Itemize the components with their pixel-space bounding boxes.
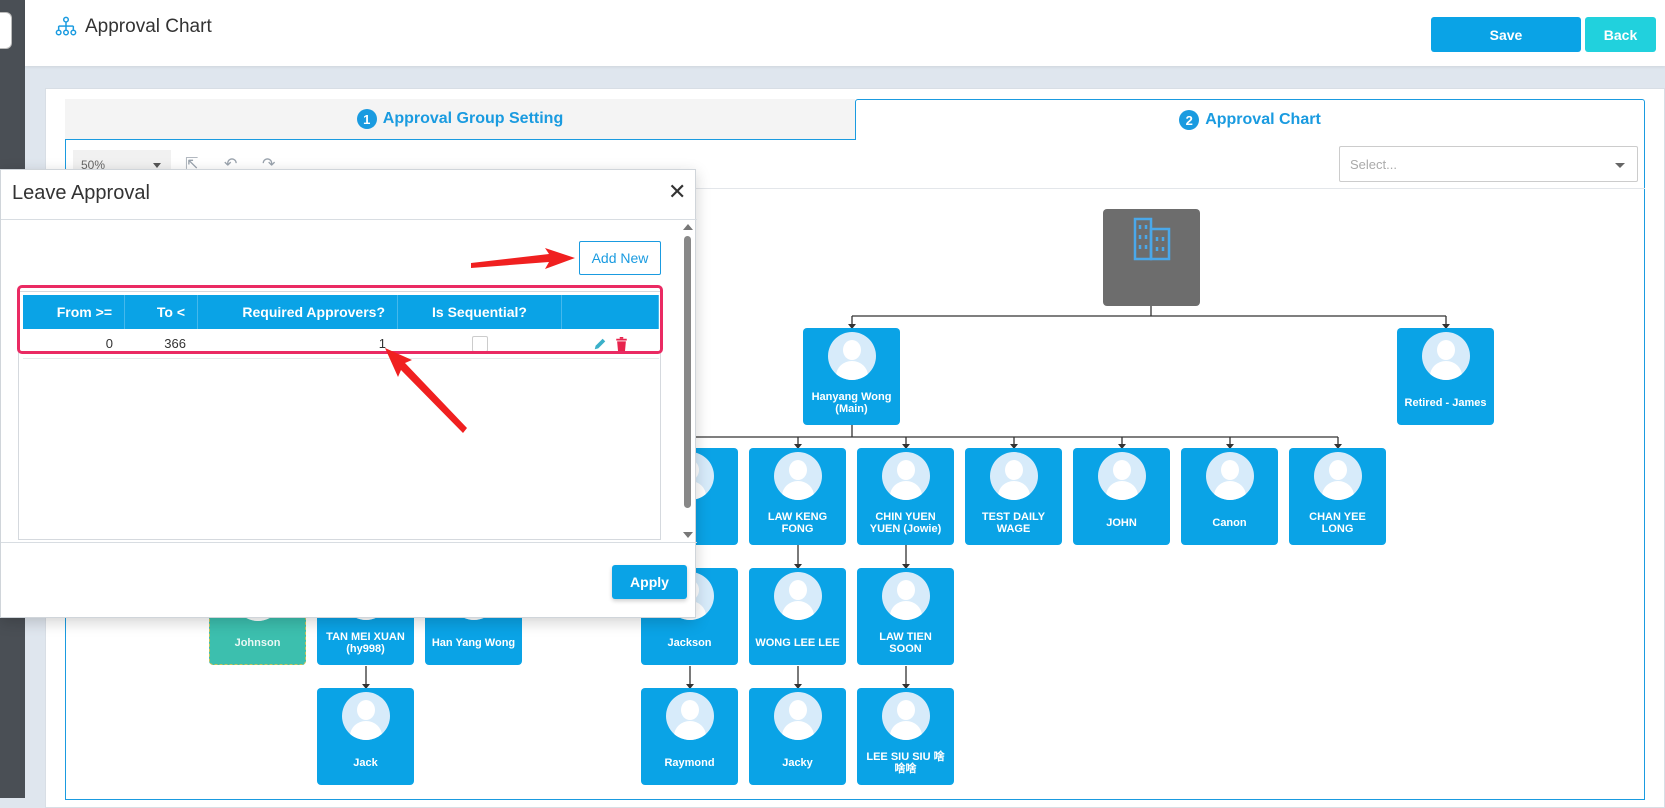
close-icon[interactable]: ✕ — [668, 181, 686, 203]
node-label — [1147, 263, 1157, 306]
node-label: WONG LEE LEE — [755, 636, 840, 649]
tab-approval-chart[interactable]: 2 Approval Chart — [855, 99, 1645, 140]
avatar — [827, 332, 876, 380]
tab-label: Approval Group Setting — [382, 110, 564, 127]
company-node[interactable] — [1103, 209, 1200, 306]
node-label: Retired - James — [1404, 396, 1487, 409]
node-label: JOHN — [1106, 516, 1137, 529]
avatar — [881, 692, 930, 740]
org-chart-icon — [55, 16, 77, 36]
row-highlight-annotation — [17, 285, 663, 354]
node-label: Canon — [1212, 516, 1247, 529]
page-title-text: Approval Chart — [85, 16, 212, 37]
modal-footer-divider — [1, 542, 697, 543]
leave-approval-modal: Leave Approval ✕ Add New From >= To < Re… — [0, 169, 697, 618]
tab-label: Approval Chart — [1205, 111, 1321, 128]
page-title: Approval Chart — [55, 16, 212, 38]
node-label: Jacky — [782, 756, 813, 769]
node-wong-lee-lee[interactable]: WONG LEE LEE — [749, 568, 846, 665]
node-label: Jack — [353, 756, 378, 769]
node-law-keng-fong[interactable]: LAW KENG FONG — [749, 448, 846, 545]
node-canon[interactable]: Canon — [1181, 448, 1278, 545]
node-label: Raymond — [664, 756, 715, 769]
sidebar-toggle[interactable] — [0, 12, 12, 49]
avatar — [773, 692, 822, 740]
avatar — [881, 572, 930, 620]
avatar — [341, 692, 390, 740]
tab-approval-group-setting[interactable]: 1 Approval Group Setting — [65, 99, 855, 140]
node-label: LAW TIEN SOON — [879, 630, 932, 655]
arrow-to-add-new — [471, 248, 575, 269]
tab-number: 1 — [356, 109, 377, 129]
node-label: LEE SIU SIU 啥啥啥 — [866, 750, 945, 775]
node-label: LAW KENG FONG — [767, 510, 828, 535]
scroll-up-icon[interactable] — [683, 224, 693, 230]
node-hanyang-wong[interactable]: Hanyang Wong (Main) — [803, 328, 900, 425]
tab-number: 2 — [1179, 110, 1200, 130]
node-jack[interactable]: Jack — [317, 688, 414, 785]
node-label: CHIN YUEN YUEN (Jowie) — [869, 510, 942, 535]
top-bar — [25, 0, 1665, 66]
chart-select[interactable]: Select... — [1339, 146, 1638, 182]
avatar — [989, 452, 1038, 500]
node-jacky[interactable]: Jacky — [749, 688, 846, 785]
avatar — [1313, 452, 1362, 500]
node-label: CHAN YEE LONG — [1309, 510, 1366, 535]
chart-select-placeholder: Select... — [1350, 157, 1397, 172]
avatar — [881, 452, 930, 500]
scrollbar-thumb[interactable] — [684, 236, 691, 508]
chevron-down-icon — [1615, 163, 1625, 168]
building-icon — [1133, 217, 1170, 261]
modal-divider — [1, 219, 697, 220]
modal-title: Leave Approval — [12, 182, 150, 204]
avatar — [1421, 332, 1470, 380]
node-law-tien-soon[interactable]: LAW TIEN SOON — [857, 568, 954, 665]
node-label: Jackson — [667, 636, 712, 649]
avatar — [773, 452, 822, 500]
avatar — [1205, 452, 1254, 500]
node-label: TAN MEI XUAN (hy998) — [326, 630, 405, 655]
node-john[interactable]: JOHN — [1073, 448, 1170, 545]
chevron-down-icon — [153, 163, 161, 168]
avatar — [665, 692, 714, 740]
apply-button[interactable]: Apply — [612, 565, 687, 599]
scroll-down-icon[interactable] — [683, 532, 693, 538]
node-chan-yee-long[interactable]: CHAN YEE LONG — [1289, 448, 1386, 545]
node-retired-james[interactable]: Retired - James — [1397, 328, 1494, 425]
node-label: TEST DAILY WAGE — [981, 510, 1046, 535]
node-raymond[interactable]: Raymond — [641, 688, 738, 785]
node-label: Han Yang Wong — [431, 636, 516, 649]
avatar — [773, 572, 822, 620]
avatar — [1097, 452, 1146, 500]
node-test-daily-wage[interactable]: TEST DAILY WAGE — [965, 448, 1062, 545]
node-label: Hanyang Wong (Main) — [811, 390, 892, 415]
node-label: Johnson — [234, 636, 281, 649]
node-chin-yuen-yuen[interactable]: CHIN YUEN YUEN (Jowie) — [857, 448, 954, 545]
back-button[interactable]: Back — [1585, 17, 1656, 52]
add-new-button[interactable]: Add New — [579, 241, 661, 275]
node-lee-siu-siu[interactable]: LEE SIU SIU 啥啥啥 — [857, 688, 954, 785]
save-button[interactable]: Save — [1431, 17, 1581, 52]
